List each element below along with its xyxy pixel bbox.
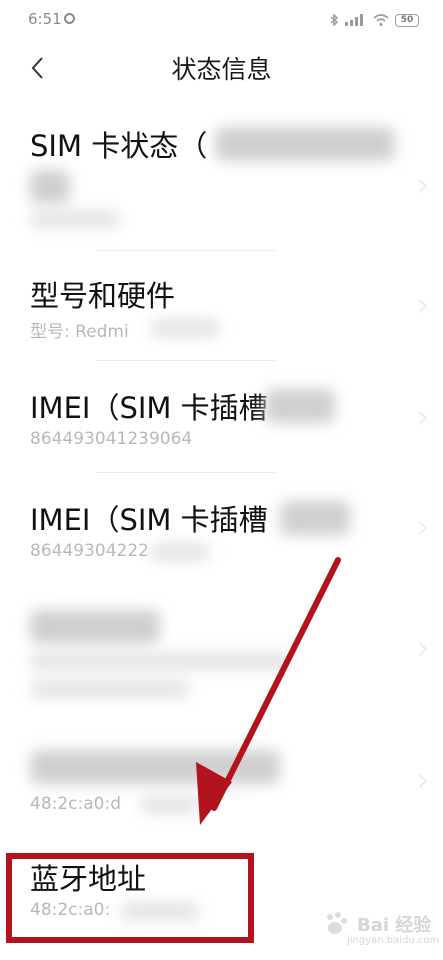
row-subtitle: 型号: Redmi: [30, 322, 129, 342]
blurred-text: [30, 680, 190, 698]
divider: [96, 360, 276, 361]
signal-icon: [345, 14, 363, 26]
blurred-text: [30, 610, 160, 644]
blurred-text: [280, 501, 350, 535]
blurred-text: [140, 796, 200, 814]
blurred-text: [150, 543, 210, 561]
row-subtitle: 86449304222: [30, 541, 149, 561]
divider: [96, 250, 276, 251]
list-item-imei-1[interactable]: IMEI（SIM 卡插槽 864493041239064: [0, 365, 443, 470]
chevron-right-icon: [412, 773, 428, 789]
chevron-right-icon: [412, 298, 428, 314]
blurred-text: [265, 389, 335, 423]
row-title: IMEI（SIM 卡插槽: [30, 503, 268, 537]
list-item-model-hardware[interactable]: 型号和硬件 型号: Redmi: [0, 255, 443, 360]
list-item-sim-status[interactable]: SIM 卡状态（: [0, 115, 443, 250]
battery-icon: 50: [395, 13, 419, 27]
blurred-text: [30, 750, 280, 784]
highlight-box: [6, 853, 254, 943]
row-title: 型号和硬件: [30, 279, 176, 313]
wifi-icon: [373, 14, 389, 26]
page-title: 状态信息: [171, 55, 272, 84]
alarm-icon: [64, 13, 75, 24]
blurred-text: [30, 652, 290, 670]
list-item-ip-address[interactable]: [0, 590, 443, 720]
status-icons: 50: [330, 12, 419, 28]
divider: [96, 472, 276, 473]
watermark-brand: Bai 经验: [357, 915, 432, 936]
bluetooth-icon: [330, 13, 339, 27]
row-subtitle: 48:2c:a0:d: [30, 794, 122, 814]
list-item-imei-2[interactable]: IMEI（SIM 卡插槽 86449304222: [0, 477, 443, 582]
chevron-right-icon: [412, 410, 428, 426]
row-title: IMEI（SIM 卡插槽: [30, 391, 268, 425]
chevron-right-icon: [412, 520, 428, 536]
header: 状态信息: [0, 40, 443, 95]
status-time: 6:51: [28, 10, 62, 28]
watermark: Bai 经验 jingyan.baidu.com: [317, 905, 440, 950]
blurred-text: [215, 127, 395, 161]
row-subtitle: 864493041239064: [30, 429, 193, 449]
watermark-url: jingyan.baidu.com: [347, 935, 440, 946]
chevron-right-icon: [412, 178, 428, 194]
blurred-text: [30, 170, 70, 204]
status-bar: 6:51 50: [0, 0, 443, 40]
chevron-right-icon: [412, 641, 428, 657]
list-item-wlan-mac[interactable]: 48:2c:a0:d: [0, 730, 443, 840]
row-title: SIM 卡状态（: [30, 129, 208, 163]
blurred-text: [30, 210, 120, 228]
blurred-text: [150, 319, 220, 337]
